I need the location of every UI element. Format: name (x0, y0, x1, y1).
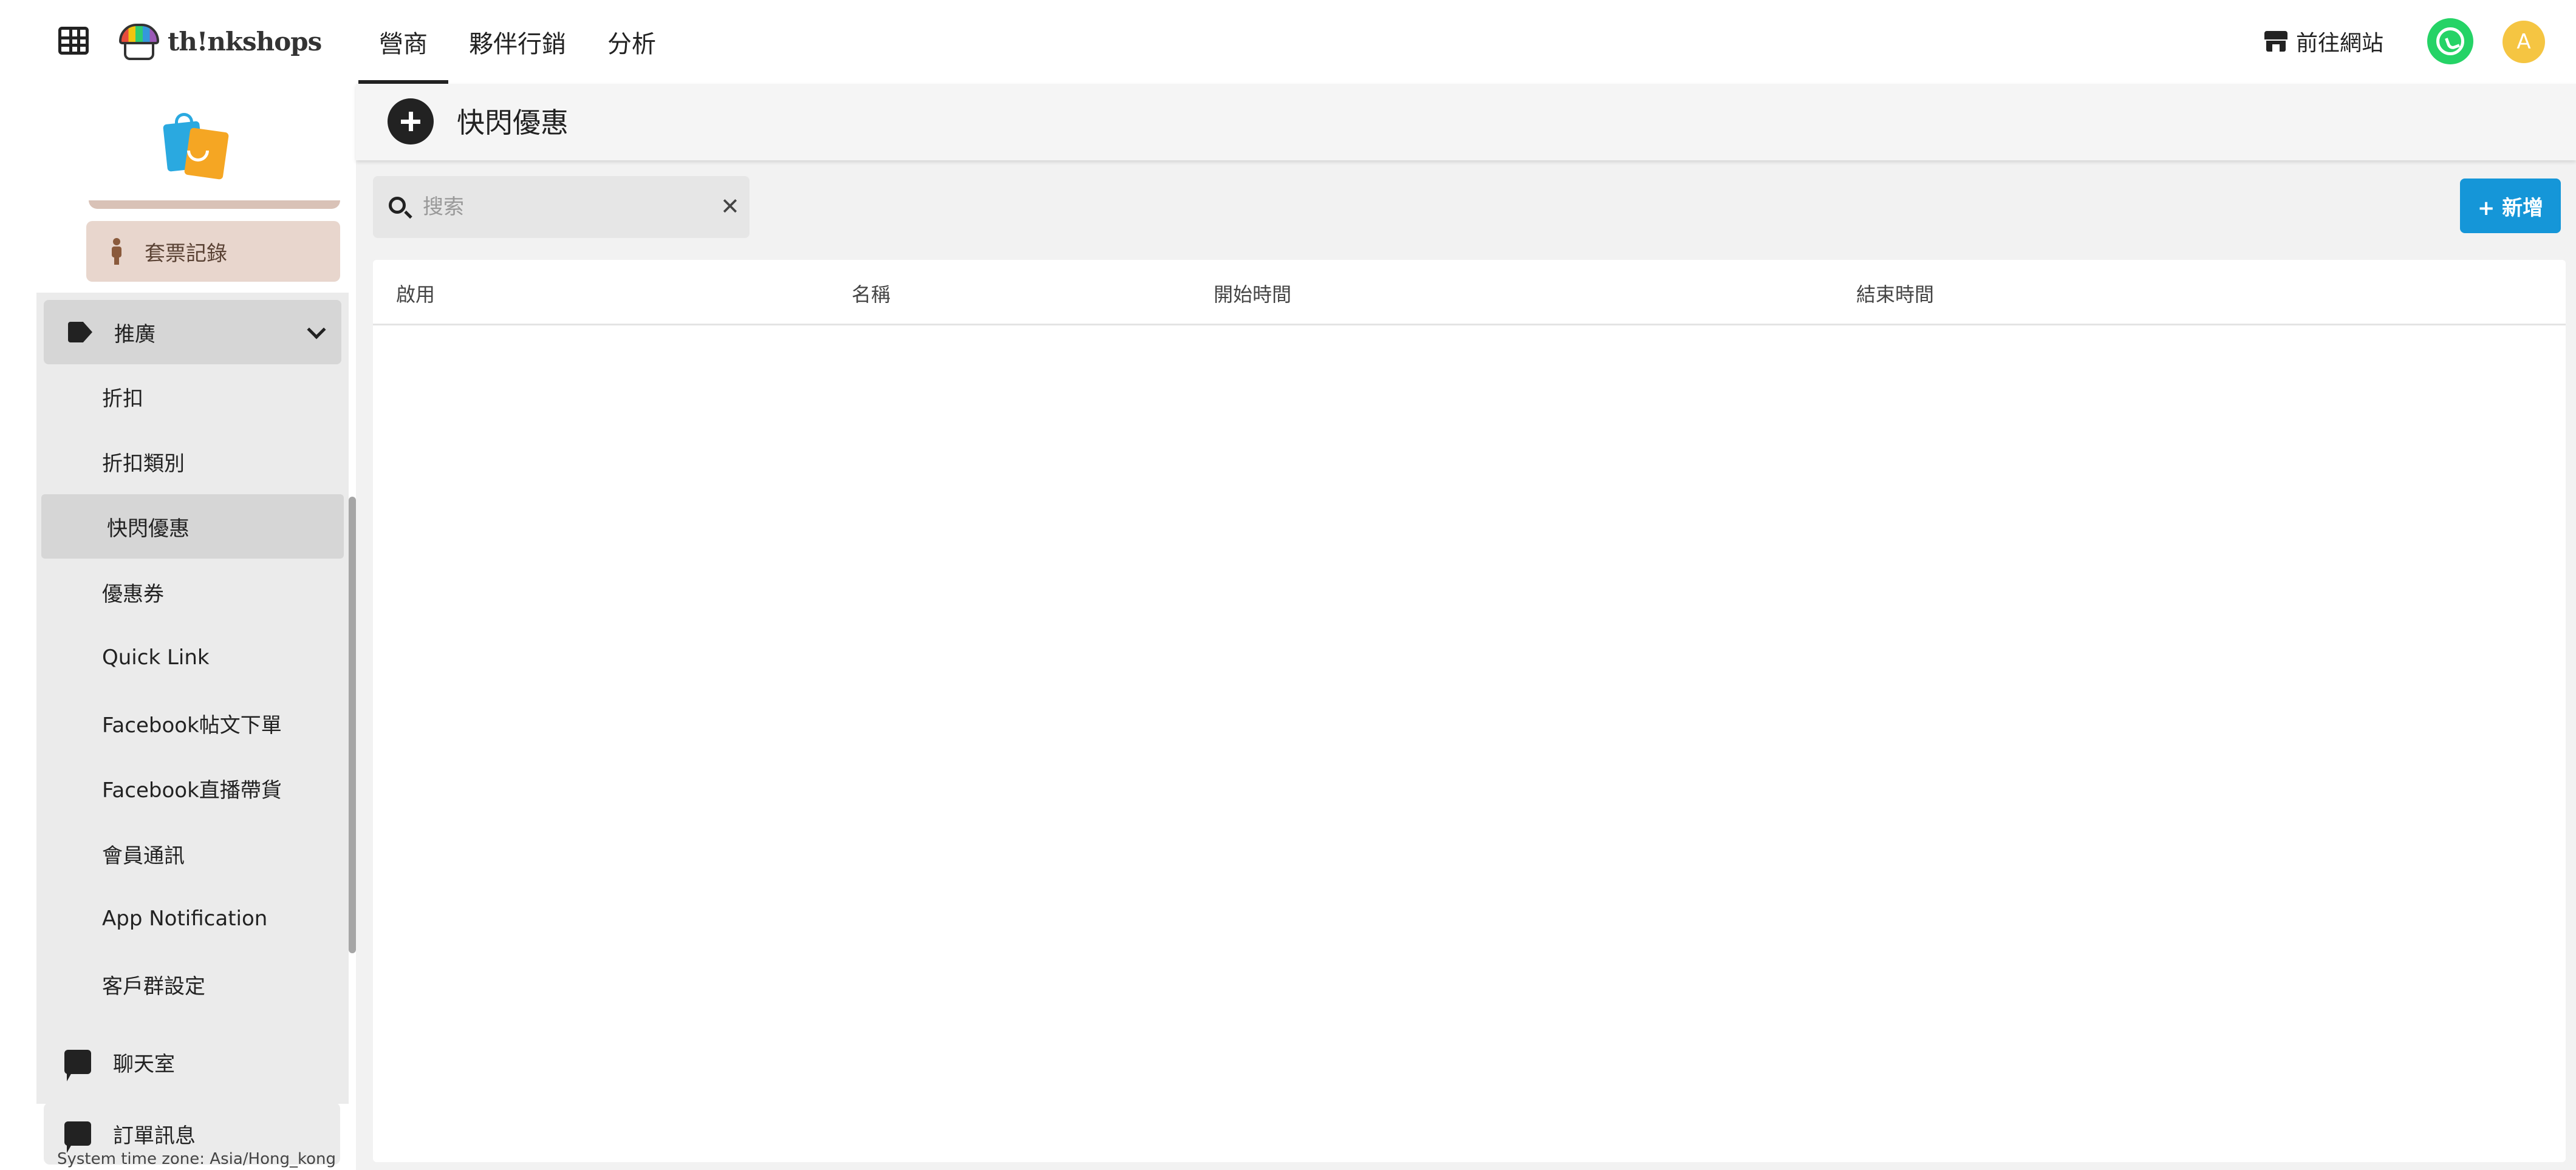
sidebar-item-label: 推廣 (114, 322, 155, 347)
chat-icon (64, 1050, 91, 1081)
search-icon (389, 197, 406, 214)
user-avatar[interactable]: A (2503, 21, 2545, 63)
page-title: 快閃優惠 (457, 106, 569, 139)
sidebar-item-chatroom[interactable]: 聊天室 (44, 1031, 340, 1093)
logo-text: th!nkshops (168, 26, 322, 56)
clear-search-icon[interactable]: ✕ (720, 193, 740, 220)
table-header: 啟用 名稱 開始時間 結束時間 (373, 260, 2566, 325)
sidebar-item-discount[interactable]: 折扣 (36, 364, 349, 429)
column-header-name[interactable]: 名稱 (852, 279, 890, 307)
column-header-enabled[interactable]: 啟用 (396, 279, 435, 307)
shop-logo-icon (115, 20, 163, 63)
sidebar-item-flash-deal[interactable]: 快閃優惠 (41, 494, 344, 559)
sidebar-item-promotion[interactable]: 推廣 (44, 300, 341, 364)
sidebar-item-discount-category[interactable]: 折扣類別 (36, 429, 349, 494)
sidebar-item-coupon[interactable]: 優惠券 (36, 560, 349, 624)
column-header-start-time[interactable]: 開始時間 (1214, 279, 1291, 307)
sidebar-item-facebook-live-selling[interactable]: Facebook直播帶貨 (36, 756, 349, 820)
sidebar-promo-group: 推廣 折扣 折扣類別 快閃優惠 優惠券 Quick Link Facebook帖… (36, 293, 349, 1104)
tag-icon (68, 322, 92, 342)
tab-analytics[interactable]: 分析 (587, 0, 677, 84)
tab-business[interactable]: 營商 (358, 0, 448, 84)
search-box: ✕ (373, 176, 750, 238)
store-icon (2264, 31, 2287, 52)
sidebar-item-member-newsletter[interactable]: 會員通訊 (36, 821, 349, 886)
top-bar: th!nkshops 營商 夥伴行銷 分析 前往網站 A (0, 0, 2576, 84)
goto-site-link[interactable]: 前往網站 (2264, 24, 2383, 58)
thinkshops-logo[interactable]: th!nkshops (115, 18, 322, 64)
person-icon (108, 238, 124, 265)
sidebar-item-quick-link[interactable]: Quick Link (36, 625, 349, 690)
chevron-down-icon (307, 320, 326, 339)
whatsapp-icon (2436, 27, 2464, 55)
page-title-bar: 快閃優惠 (356, 84, 2576, 160)
search-input[interactable] (423, 188, 690, 226)
main-content: 快閃優惠 ✕ + 新增 啟用 名稱 開始時間 結束時間 (356, 84, 2576, 1170)
add-new-button[interactable]: + 新增 (2460, 179, 2561, 233)
whatsapp-button[interactable] (2427, 18, 2473, 64)
sidebar: 套票記錄 推廣 折扣 折扣類別 快閃優惠 優惠券 Quick Link Face… (0, 84, 356, 1170)
sidebar-item-label: 訂單訊息 (113, 1123, 196, 1148)
message-icon (64, 1121, 91, 1153)
sidebar-item-customer-group-settings[interactable]: 客戶群設定 (36, 952, 349, 1016)
sidebar-item-app-notification[interactable]: App Notification (36, 886, 349, 951)
sidebar-item-label: 聊天室 (113, 1052, 175, 1076)
tab-partner-marketing[interactable]: 夥伴行銷 (448, 0, 587, 84)
add-circle-icon[interactable] (388, 98, 434, 145)
column-header-end-time[interactable]: 結束時間 (1856, 279, 1934, 307)
goto-site-label: 前往網站 (2296, 31, 2384, 56)
apps-grid-icon[interactable] (58, 27, 89, 55)
top-nav-tabs: 營商 夥伴行銷 分析 (358, 0, 677, 84)
flash-deal-table: 啟用 名稱 開始時間 結束時間 (373, 260, 2566, 1162)
sidebar-scrollbar[interactable] (349, 497, 356, 953)
timezone-text: System time zone: Asia/Hong_kong (57, 1150, 336, 1168)
sidebar-item-label: 套票記錄 (145, 241, 227, 266)
sidebar-item-facebook-post-order[interactable]: Facebook帖文下單 (36, 691, 349, 755)
sidebar-item-ticket-record[interactable]: 套票記錄 (86, 221, 340, 282)
sidebar-previous-item-edge (89, 200, 340, 209)
store-brand-logo (163, 112, 230, 180)
